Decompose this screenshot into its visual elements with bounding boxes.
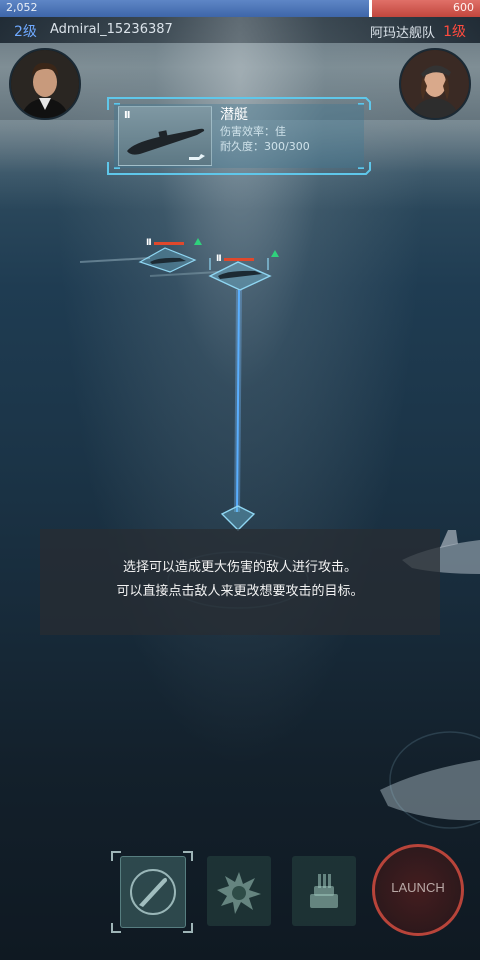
tip-line-1: 选择可以造成更大伤害的敌人进行攻击。 (122, 560, 357, 575)
marker-health (224, 258, 254, 261)
cannon-icon (310, 874, 338, 908)
targeting-overlay (79, 247, 480, 829)
torpedo-button[interactable] (120, 856, 186, 928)
launch-label: LAUNCH (391, 880, 445, 895)
artillery-button[interactable] (292, 856, 356, 926)
tip-line-2: 可以直接点击敌人来更改想要攻击的目标。 (116, 584, 364, 599)
targeting-line-glow (234, 289, 242, 513)
player-ship-marker (220, 505, 256, 531)
marker-pause: II (146, 238, 152, 248)
tutorial-tip: 选择可以造成更大伤害的敌人进行攻击。 可以直接点击敌人来更改想要攻击的目标。 (40, 529, 440, 635)
marker-health (154, 242, 184, 245)
explosion-icon (217, 872, 261, 914)
torpedo-icon (130, 869, 176, 915)
depth-charge-button[interactable] (207, 856, 271, 926)
wake-trail (79, 257, 151, 263)
allied-ship-2-icon (380, 760, 480, 821)
marker-level-triangle (194, 238, 202, 245)
marker-pause: II (216, 254, 222, 264)
wake-trail (149, 271, 219, 277)
launch-button[interactable]: LAUNCH (372, 844, 464, 936)
marker-level-triangle (271, 250, 279, 257)
